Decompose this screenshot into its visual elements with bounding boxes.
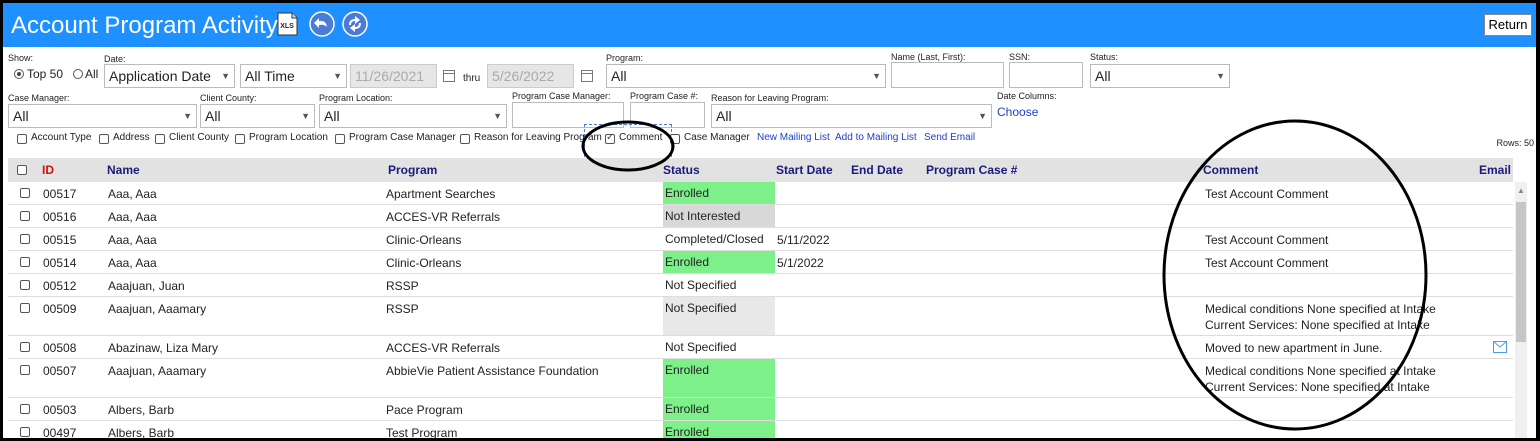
comment-checkbox-annotation-circle [581,120,675,172]
app-window: Account Program Activity XLS Return Show… [3,3,1536,438]
annotation-layer [581,119,1428,431]
comment-column-annotation-circle [1162,119,1428,431]
